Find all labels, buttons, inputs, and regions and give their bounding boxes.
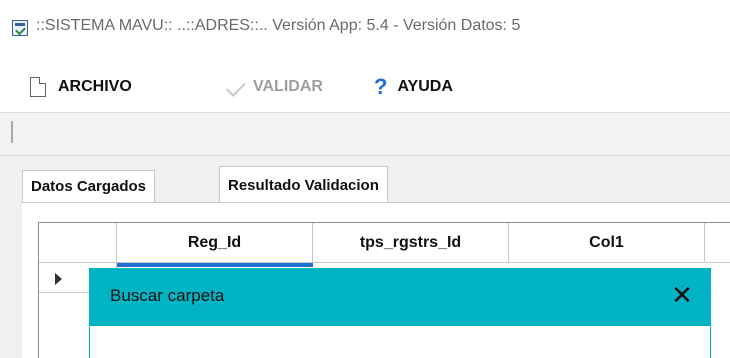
menu-bar: ARCHIVO VALIDAR ? AYUDA bbox=[0, 54, 730, 112]
column-header-tps-rgstrs-id[interactable]: tps_rgstrs_Id bbox=[313, 223, 509, 263]
column-header-reg-id[interactable]: Reg_Id bbox=[117, 223, 313, 263]
tab-resultado-validacion[interactable]: Resultado Validacion bbox=[219, 166, 388, 204]
column-header-col1[interactable]: Col1 bbox=[509, 223, 705, 263]
window-title: ::SISTEMA MAVU:: ..::ADRES::.. Versión A… bbox=[36, 17, 521, 34]
tab-datos-cargados[interactable]: Datos Cargados bbox=[22, 170, 156, 202]
column-header-label: tps_rgstrs_Id bbox=[359, 234, 462, 251]
menu-validar[interactable]: VALIDAR bbox=[227, 74, 323, 100]
check-icon bbox=[227, 82, 245, 92]
help-icon: ? bbox=[374, 74, 388, 99]
row-header-corner bbox=[39, 223, 117, 263]
dialog-titlebar[interactable]: Buscar carpeta ✕ bbox=[89, 268, 711, 326]
tab-datos-cargados-label: Datos Cargados bbox=[31, 178, 147, 195]
close-icon[interactable]: ✕ bbox=[667, 280, 697, 310]
column-header-empty bbox=[705, 223, 730, 263]
dialog-body bbox=[89, 326, 711, 358]
column-header-label: Reg_Id bbox=[187, 234, 242, 251]
menu-archivo-label: ARCHIVO bbox=[58, 78, 132, 95]
menu-ayuda-label: AYUDA bbox=[397, 78, 453, 95]
file-icon bbox=[30, 77, 46, 97]
toolbar bbox=[0, 112, 730, 156]
toolbar-grip[interactable] bbox=[11, 121, 13, 143]
menu-archivo[interactable]: ARCHIVO bbox=[30, 74, 132, 100]
menu-validar-label: VALIDAR bbox=[253, 78, 323, 95]
grid-header: Reg_Id tps_rgstrs_Id Col1 bbox=[39, 223, 730, 263]
app-window-icon bbox=[12, 20, 28, 36]
dialog-title: Buscar carpeta bbox=[110, 286, 225, 305]
window-titlebar: ::SISTEMA MAVU:: ..::ADRES::.. Versión A… bbox=[0, 0, 730, 54]
current-row-arrow-icon bbox=[55, 273, 62, 285]
buscar-carpeta-dialog: Buscar carpeta ✕ bbox=[89, 268, 711, 358]
column-header-label: Col1 bbox=[589, 234, 624, 251]
selected-cell[interactable] bbox=[117, 263, 313, 267]
menu-ayuda[interactable]: ? AYUDA bbox=[374, 74, 453, 100]
tab-resultado-validacion-label: Resultado Validacion bbox=[228, 177, 379, 194]
